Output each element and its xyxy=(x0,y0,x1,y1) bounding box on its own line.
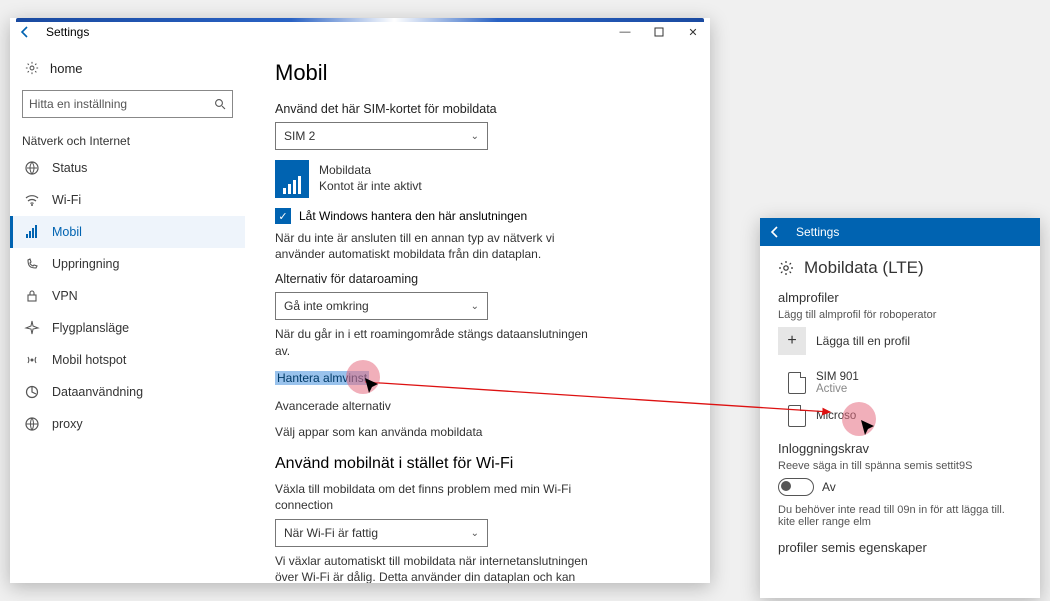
sidebar-item-mobil[interactable]: Mobil xyxy=(10,216,245,248)
login-heading: Inloggningskrav xyxy=(778,441,1022,456)
sidebar-item-label: Wi-Fi xyxy=(52,193,81,207)
sidebar-item-vpn[interactable]: VPN xyxy=(10,280,245,312)
search-icon xyxy=(214,98,226,110)
close-button[interactable]: ✕ xyxy=(676,18,710,46)
hotspot-icon xyxy=(24,352,40,368)
add-profile-label: Lägga till en profil xyxy=(816,334,910,348)
content-pane: Mobildata (LTE) almprofiler Lägg till al… xyxy=(760,246,1040,569)
page-title: Mobil xyxy=(275,60,680,86)
gear-icon xyxy=(24,60,40,76)
sidebar-item-label: Mobil xyxy=(52,225,82,239)
sidebar-item-airplane[interactable]: Flygplansläge xyxy=(10,312,245,344)
sidebar: home Hitta en inställning Nätverk och In… xyxy=(10,46,245,583)
sidebar-item-wifi[interactable]: Wi-Fi xyxy=(10,184,245,216)
sidebar-section-label: Nätverk och Internet xyxy=(10,132,245,152)
search-placeholder: Hitta en inställning xyxy=(29,97,127,111)
proxy-icon xyxy=(24,416,40,432)
sidebar-item-hotspot[interactable]: Mobil hotspot xyxy=(10,344,245,376)
login-subtitle: Reeve säga in till spänna semis settit9S xyxy=(778,460,1022,472)
chevron-down-icon: ⌄ xyxy=(471,528,479,539)
login-text: Du behöver inte read till 09n in för att… xyxy=(778,504,1022,528)
vpn-icon xyxy=(24,288,40,304)
toggle-off-icon xyxy=(778,478,814,496)
gear-icon xyxy=(778,260,794,276)
content-pane: Mobil Använd det här SIM-kortet för mobi… xyxy=(245,46,710,583)
fallback-select[interactable]: När Wi-Fi är fattig ⌄ xyxy=(275,519,488,547)
titlebar: Settings — ✕ xyxy=(10,18,710,46)
checkbox-label: Låt Windows hantera den här anslutningen xyxy=(299,209,527,223)
roaming-select[interactable]: Gå inte omkring ⌄ xyxy=(275,292,488,320)
sidebar-item-label: VPN xyxy=(52,289,78,303)
maximize-button[interactable] xyxy=(642,18,676,46)
signal-tile-icon xyxy=(275,160,309,198)
profiles-subtitle: Lägg till almprofil för roboperator xyxy=(778,309,1022,321)
airplane-icon xyxy=(24,320,40,336)
settings-window: Settings — ✕ home Hitta en inställning N… xyxy=(10,18,710,583)
back-button[interactable] xyxy=(10,18,40,46)
sim-select[interactable]: SIM 2 ⌄ xyxy=(275,122,488,150)
roaming-text: När du går in i ett roamingområde stängs… xyxy=(275,326,595,358)
sim-icon xyxy=(788,372,806,394)
toggle-label: Av xyxy=(822,480,836,494)
chevron-down-icon: ⌄ xyxy=(471,301,479,312)
login-toggle[interactable]: Av xyxy=(778,478,1022,496)
dialup-icon xyxy=(24,256,40,272)
fallback-select-value: När Wi-Fi är fattig xyxy=(284,526,378,540)
window-title: Settings xyxy=(796,225,839,239)
profile-status: Active xyxy=(816,383,859,395)
fallback-text: Vi växlar automatiskt till mobildata när… xyxy=(275,553,595,583)
advanced-options-link[interactable]: Avancerade alternativ xyxy=(275,399,680,413)
back-button[interactable] xyxy=(760,218,790,246)
profile-item-microsoft[interactable]: Microso xyxy=(788,405,1022,427)
mobiledata-subtitle: Kontot är inte aktivt xyxy=(319,179,422,195)
manage-profiles-link[interactable]: Hantera almvinst xyxy=(275,371,369,385)
sidebar-item-label: Uppringning xyxy=(52,257,119,271)
window-controls: — ✕ xyxy=(608,18,710,46)
sim-icon xyxy=(788,405,806,427)
mobiledata-title: Mobildata xyxy=(319,163,422,179)
choose-apps-link[interactable]: Välj appar som kan använda mobildata xyxy=(275,425,680,439)
home-label: home xyxy=(50,61,83,76)
sidebar-item-proxy[interactable]: proxy xyxy=(10,408,245,440)
sidebar-item-label: Status xyxy=(52,161,87,175)
sidebar-item-label: proxy xyxy=(52,417,83,431)
roaming-select-value: Gå inte omkring xyxy=(284,299,369,313)
minimize-button[interactable]: — xyxy=(608,18,642,46)
titlebar: Settings xyxy=(760,218,1040,246)
add-profile-button[interactable]: + Lägga till en profil xyxy=(778,327,1022,355)
profile-item-sim901[interactable]: SIM 901 Active xyxy=(788,371,1022,395)
sidebar-item-status[interactable]: Status xyxy=(10,152,245,184)
sim-select-value: SIM 2 xyxy=(284,129,315,143)
signal-icon xyxy=(24,224,40,240)
sidebar-item-label: Mobil hotspot xyxy=(52,353,126,367)
plus-icon: + xyxy=(778,327,806,355)
fallback-heading: Använd mobilnät i stället för Wi-Fi xyxy=(275,455,680,473)
sidebar-item-dialup[interactable]: Uppringning xyxy=(10,248,245,280)
search-input[interactable]: Hitta en inställning xyxy=(22,90,233,118)
wifi-icon xyxy=(24,192,40,208)
profiles-heading: almprofiler xyxy=(778,290,1022,305)
fallback-label: Växla till mobildata om det finns proble… xyxy=(275,481,595,513)
chevron-down-icon: ⌄ xyxy=(471,131,479,142)
profile-name: Microso xyxy=(816,410,856,422)
mobiledata-status[interactable]: Mobildata Kontot är inte aktivt xyxy=(275,160,680,198)
check-icon: ✓ xyxy=(275,208,291,224)
window-title: Settings xyxy=(46,25,89,39)
page-title: Mobildata (LTE) xyxy=(778,258,1022,278)
sidebar-item-label: Flygplansläge xyxy=(52,321,129,335)
home-link[interactable]: home xyxy=(10,54,245,82)
auto-connect-text: När du inte är ansluten till en annan ty… xyxy=(275,230,595,262)
sidebar-item-datausage[interactable]: Dataanvändning xyxy=(10,376,245,408)
datausage-icon xyxy=(24,384,40,400)
profile-properties-link[interactable]: profiler semis egenskaper xyxy=(778,540,1022,555)
sidebar-item-label: Dataanvändning xyxy=(52,385,143,399)
profile-name: SIM 901 xyxy=(816,371,859,383)
sim-select-label: Använd det här SIM-kortet för mobildata xyxy=(275,102,680,116)
let-windows-manage-checkbox[interactable]: ✓ Låt Windows hantera den här anslutning… xyxy=(275,208,680,224)
mobildata-window: Settings Mobildata (LTE) almprofiler Läg… xyxy=(760,218,1040,598)
status-icon xyxy=(24,160,40,176)
roaming-label: Alternativ för dataroaming xyxy=(275,272,680,286)
